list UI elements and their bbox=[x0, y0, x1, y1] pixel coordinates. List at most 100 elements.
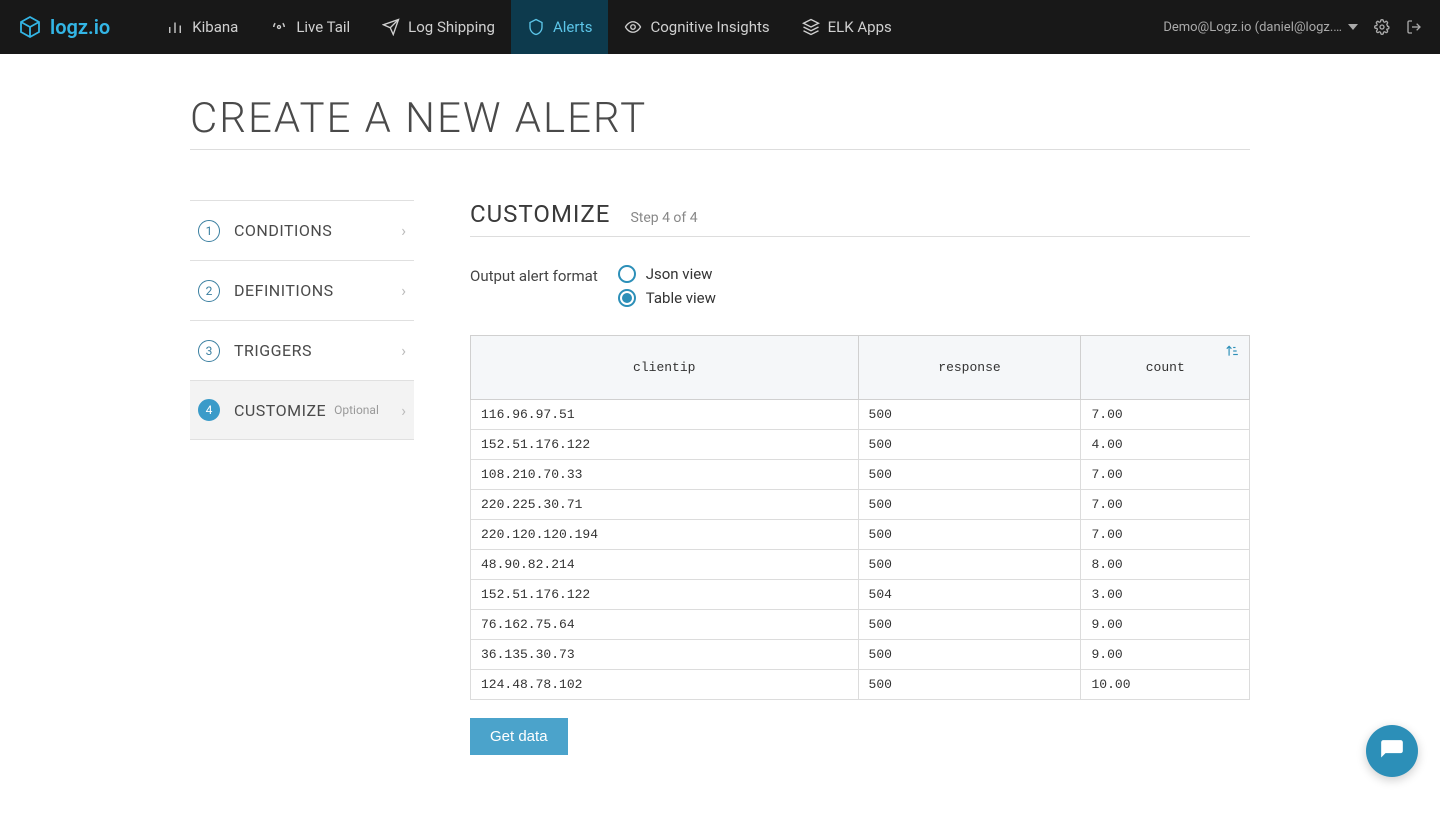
user-menu[interactable]: Demo@Logz.io (daniel@logz.… bbox=[1163, 20, 1358, 35]
paper-plane-icon bbox=[382, 18, 400, 36]
chat-widget[interactable] bbox=[1366, 725, 1418, 777]
step-list: 1 CONDITIONS › 2 DEFINITIONS › 3 TRIGGER… bbox=[190, 200, 414, 755]
radio-dot-icon bbox=[618, 289, 636, 307]
cell-clientip: 124.48.78.102 bbox=[471, 670, 859, 700]
radio-table-label: Table view bbox=[646, 289, 716, 307]
logo[interactable]: logz.io bbox=[18, 15, 110, 39]
cell-response: 500 bbox=[858, 430, 1081, 460]
section-subtitle: Step 4 of 4 bbox=[630, 210, 697, 226]
nav-live-tail-label: Live Tail bbox=[296, 18, 350, 36]
section-title: CUSTOMIZE bbox=[470, 200, 610, 228]
cell-count: 7.00 bbox=[1081, 460, 1250, 490]
table-row: 152.51.176.1225004.00 bbox=[471, 430, 1250, 460]
cell-response: 500 bbox=[858, 550, 1081, 580]
cell-count: 8.00 bbox=[1081, 550, 1250, 580]
output-format-row: Output alert format Json view Table view bbox=[470, 265, 1250, 307]
cell-clientip: 108.210.70.33 bbox=[471, 460, 859, 490]
gear-icon[interactable] bbox=[1374, 19, 1390, 35]
step-customize[interactable]: 4 CUSTOMIZE Optional › bbox=[190, 380, 414, 440]
step-label: CONDITIONS bbox=[234, 221, 332, 240]
main-nav: Kibana Live Tail Log Shipping Alerts Cog… bbox=[150, 0, 908, 54]
step-definitions[interactable]: 2 DEFINITIONS › bbox=[190, 260, 414, 320]
step-label: TRIGGERS bbox=[234, 341, 312, 360]
nav-log-shipping[interactable]: Log Shipping bbox=[366, 0, 511, 54]
cell-clientip: 36.135.30.73 bbox=[471, 640, 859, 670]
logo-text: logz.io bbox=[50, 15, 110, 39]
chevron-right-icon: › bbox=[401, 281, 406, 300]
bar-chart-icon bbox=[166, 18, 184, 36]
sort-icon[interactable] bbox=[1225, 344, 1239, 363]
radio-json-view[interactable]: Json view bbox=[618, 265, 716, 283]
col-count[interactable]: count bbox=[1081, 336, 1250, 400]
caret-down-icon bbox=[1348, 22, 1358, 32]
cell-count: 7.00 bbox=[1081, 520, 1250, 550]
chat-icon bbox=[1379, 738, 1405, 764]
layers-icon bbox=[802, 18, 820, 36]
cell-response: 500 bbox=[858, 520, 1081, 550]
cell-count: 10.00 bbox=[1081, 670, 1250, 700]
topbar-right: Demo@Logz.io (daniel@logz.… bbox=[1163, 19, 1422, 35]
radio-table-view[interactable]: Table view bbox=[618, 289, 716, 307]
cell-count: 9.00 bbox=[1081, 640, 1250, 670]
cell-response: 500 bbox=[858, 640, 1081, 670]
cell-response: 500 bbox=[858, 460, 1081, 490]
cell-clientip: 152.51.176.122 bbox=[471, 430, 859, 460]
cell-count: 9.00 bbox=[1081, 610, 1250, 640]
nav-elk-apps[interactable]: ELK Apps bbox=[786, 0, 908, 54]
step-number: 4 bbox=[198, 399, 220, 421]
nav-alerts-label: Alerts bbox=[553, 18, 593, 36]
cell-response: 500 bbox=[858, 400, 1081, 430]
col-clientip[interactable]: clientip bbox=[471, 336, 859, 400]
radio-json-label: Json view bbox=[646, 265, 713, 283]
nav-elk-apps-label: ELK Apps bbox=[828, 18, 892, 36]
radio-dot-icon bbox=[618, 265, 636, 283]
broadcast-icon bbox=[270, 18, 288, 36]
chevron-right-icon: › bbox=[401, 341, 406, 360]
table-row: 108.210.70.335007.00 bbox=[471, 460, 1250, 490]
col-response[interactable]: response bbox=[858, 336, 1081, 400]
cell-response: 500 bbox=[858, 490, 1081, 520]
table-row: 152.51.176.1225043.00 bbox=[471, 580, 1250, 610]
nav-cognitive-label: Cognitive Insights bbox=[650, 18, 769, 36]
nav-log-shipping-label: Log Shipping bbox=[408, 18, 495, 36]
cell-clientip: 152.51.176.122 bbox=[471, 580, 859, 610]
step-conditions[interactable]: 1 CONDITIONS › bbox=[190, 200, 414, 260]
topbar: logz.io Kibana Live Tail Log Shipping Al… bbox=[0, 0, 1440, 54]
cell-count: 3.00 bbox=[1081, 580, 1250, 610]
section-head: CUSTOMIZE Step 4 of 4 bbox=[470, 200, 1250, 237]
step-number: 3 bbox=[198, 340, 220, 362]
cell-clientip: 48.90.82.214 bbox=[471, 550, 859, 580]
step-number: 1 bbox=[198, 220, 220, 242]
col-count-label: count bbox=[1146, 360, 1185, 375]
table-row: 116.96.97.515007.00 bbox=[471, 400, 1250, 430]
step-label: CUSTOMIZE bbox=[234, 401, 326, 420]
page-title: CREATE A NEW ALERT bbox=[190, 94, 1250, 150]
logout-icon[interactable] bbox=[1406, 19, 1422, 35]
nav-alerts[interactable]: Alerts bbox=[511, 0, 609, 54]
eye-icon bbox=[624, 18, 642, 36]
nav-kibana[interactable]: Kibana bbox=[150, 0, 254, 54]
table-row: 76.162.75.645009.00 bbox=[471, 610, 1250, 640]
cell-count: 7.00 bbox=[1081, 400, 1250, 430]
nav-kibana-label: Kibana bbox=[192, 18, 238, 36]
cell-response: 504 bbox=[858, 580, 1081, 610]
shield-icon bbox=[527, 18, 545, 36]
get-data-button[interactable]: Get data bbox=[470, 718, 568, 755]
step-triggers[interactable]: 3 TRIGGERS › bbox=[190, 320, 414, 380]
container: CREATE A NEW ALERT 1 CONDITIONS › 2 DEFI… bbox=[190, 54, 1250, 835]
table-row: 124.48.78.10250010.00 bbox=[471, 670, 1250, 700]
nav-live-tail[interactable]: Live Tail bbox=[254, 0, 366, 54]
step-optional: Optional bbox=[334, 403, 379, 417]
user-label: Demo@Logz.io (daniel@logz.… bbox=[1163, 20, 1342, 35]
step-label: DEFINITIONS bbox=[234, 281, 334, 300]
table-row: 36.135.30.735009.00 bbox=[471, 640, 1250, 670]
cell-count: 7.00 bbox=[1081, 490, 1250, 520]
chevron-right-icon: › bbox=[401, 221, 406, 240]
cell-count: 4.00 bbox=[1081, 430, 1250, 460]
cell-response: 500 bbox=[858, 610, 1081, 640]
cell-clientip: 76.162.75.64 bbox=[471, 610, 859, 640]
nav-cognitive[interactable]: Cognitive Insights bbox=[608, 0, 785, 54]
table-row: 220.225.30.715007.00 bbox=[471, 490, 1250, 520]
main-panel: CUSTOMIZE Step 4 of 4 Output alert forma… bbox=[470, 200, 1250, 755]
table-row: 220.120.120.1945007.00 bbox=[471, 520, 1250, 550]
